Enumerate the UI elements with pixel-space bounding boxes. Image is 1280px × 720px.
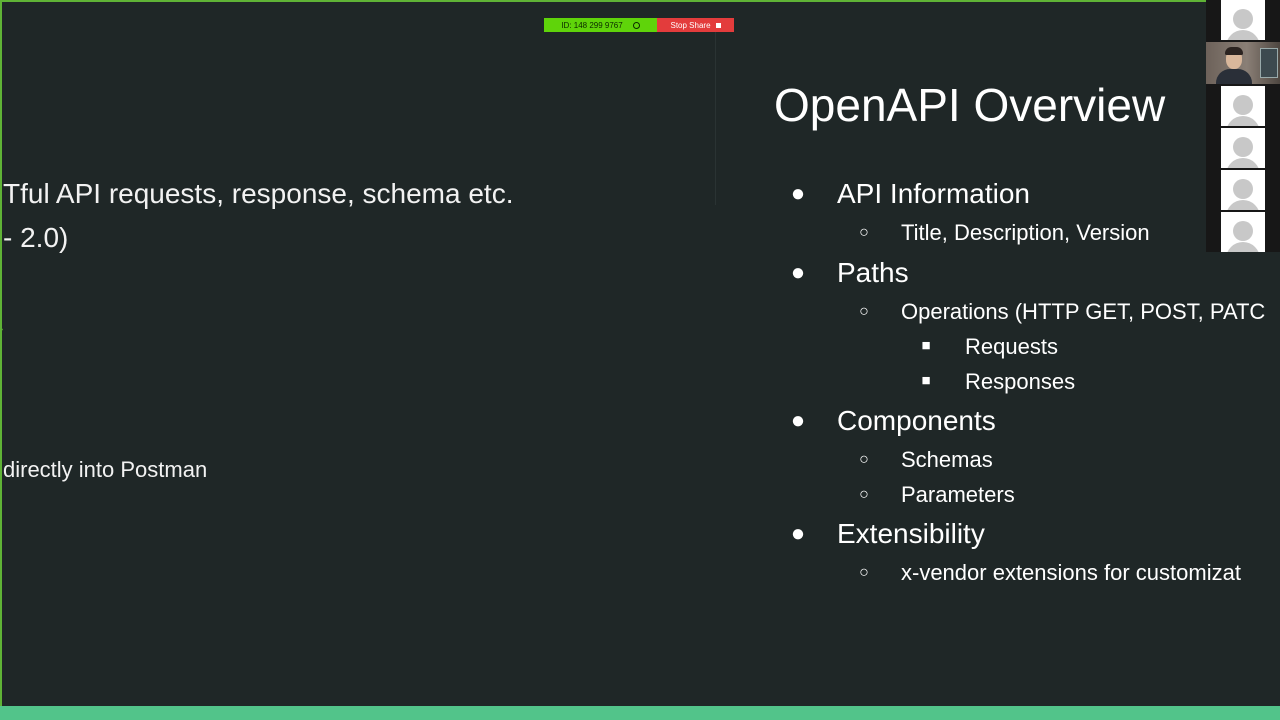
video-shelf <box>1260 48 1278 78</box>
hollow-circle-bullet-icon: ○ <box>859 303 869 320</box>
stop-icon <box>715 22 721 28</box>
bullet-label: x-vendor extensions for customizat <box>901 560 1241 585</box>
bullet-label: Requests <box>965 334 1058 359</box>
bullet-label: Title, Description, Version <box>901 220 1150 245</box>
bullet-paths: ● Paths <box>791 257 909 289</box>
bullet-label: Paths <box>837 257 909 288</box>
avatar-body <box>1226 116 1260 126</box>
bullet-label: Parameters <box>901 482 1015 507</box>
bottom-share-bar <box>0 706 1280 720</box>
participant-video-tile[interactable] <box>1206 42 1280 84</box>
square-bullet-icon: ■ <box>921 337 931 354</box>
info-icon[interactable] <box>632 21 640 29</box>
bullet-label: API Information <box>837 178 1030 209</box>
video-person-hair <box>1225 47 1243 55</box>
left-slide-line-2: - 2.0) <box>3 222 69 253</box>
sub-bullet-schemas: ○ Schemas <box>859 447 993 473</box>
slide-title: OpenAPI Overview <box>774 79 1166 131</box>
avatar-placeholder-icon <box>1233 95 1253 115</box>
bullet-label: Operations (HTTP GET, POST, PATC <box>901 299 1266 324</box>
filled-circle-bullet-icon: ● <box>790 520 806 547</box>
sub-bullet-operations: ○ Operations (HTTP GET, POST, PATC <box>859 299 1266 325</box>
bullet-extensibility: ● Extensibility <box>791 518 985 550</box>
filled-circle-bullet-icon: ● <box>790 180 806 207</box>
participant-tile[interactable] <box>1221 170 1265 210</box>
sub-sub-bullet-responses: ■ Responses <box>921 369 1076 395</box>
hollow-circle-bullet-icon: ○ <box>859 224 869 241</box>
square-bullet-icon: ■ <box>921 372 931 389</box>
cursor-marker: › <box>0 324 4 335</box>
avatar-body <box>1226 200 1260 210</box>
filled-circle-bullet-icon: ● <box>790 407 806 434</box>
hollow-circle-bullet-icon: ○ <box>859 451 869 468</box>
video-person-body <box>1216 69 1252 84</box>
avatar-body <box>1226 158 1260 168</box>
avatar-placeholder-icon <box>1233 9 1253 29</box>
avatar-body <box>1226 30 1260 40</box>
participant-tile[interactable] <box>1221 212 1265 252</box>
participant-gallery <box>1206 0 1280 252</box>
bullet-label: Extensibility <box>837 518 985 549</box>
hollow-circle-bullet-icon: ○ <box>859 564 869 581</box>
bullet-label: Components <box>837 405 996 436</box>
avatar-body <box>1226 242 1260 252</box>
meeting-id-badge[interactable]: ID: 148 299 9767 <box>544 18 657 32</box>
avatar-placeholder-icon <box>1233 179 1253 199</box>
bullet-components: ● Components <box>791 405 996 437</box>
hollow-circle-bullet-icon: ○ <box>859 486 869 503</box>
share-toolbar: ID: 148 299 9767 Stop Share <box>544 18 734 32</box>
bullet-label: Responses <box>965 369 1076 394</box>
sub-bullet-title-description-version: ○ Title, Description, Version <box>859 220 1150 246</box>
avatar-placeholder-icon <box>1233 221 1253 241</box>
stop-share-label: Stop Share <box>670 20 711 30</box>
participant-tile[interactable] <box>1221 0 1265 40</box>
sub-sub-bullet-requests: ■ Requests <box>921 334 1058 360</box>
sub-bullet-x-vendor-extensions: ○ x-vendor extensions for customizat <box>859 560 1241 586</box>
meeting-id-text: ID: 148 299 9767 <box>561 20 623 30</box>
bullet-label: Schemas <box>901 447 993 472</box>
avatar-placeholder-icon <box>1233 137 1253 157</box>
left-slide-line-1: Tful API requests, response, schema etc. <box>3 178 514 209</box>
filled-circle-bullet-icon: ● <box>790 259 806 286</box>
slide-divider-line <box>715 30 716 205</box>
left-slide-line-3: directly into Postman <box>3 457 208 482</box>
stop-share-button[interactable]: Stop Share <box>657 18 734 32</box>
participant-tile[interactable] <box>1221 86 1265 126</box>
sub-bullet-parameters: ○ Parameters <box>859 482 1015 508</box>
bullet-api-information: ● API Information <box>791 178 1030 210</box>
participant-tile[interactable] <box>1221 128 1265 168</box>
